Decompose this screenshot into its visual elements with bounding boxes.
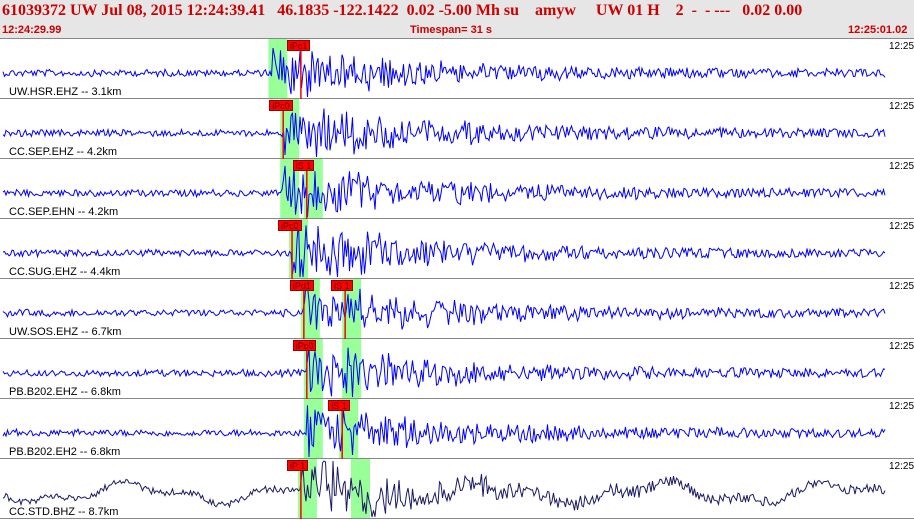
channel-label: CC.SUG.EHZ -- 4.4km xyxy=(9,266,121,278)
timespan: Timespan= 31 s xyxy=(410,24,493,36)
channel-label: CC.SEP.EHZ -- 4.2km xyxy=(9,146,117,158)
trace-time-label: 12:25 xyxy=(889,41,914,52)
waveform-trace[interactable] xyxy=(2,47,886,98)
waveform-trace[interactable] xyxy=(2,220,886,278)
waveform-canvas[interactable] xyxy=(0,39,914,520)
pick-marker[interactable]: iPc1 xyxy=(286,40,311,51)
channel-label: PB.B202.EHZ -- 6.8km xyxy=(9,386,121,398)
pick-marker[interactable]: iS 1 xyxy=(328,400,350,411)
trace-time-label: 12:25 xyxy=(889,281,914,292)
trace-time-label: 12:25 xyxy=(889,101,914,112)
waveform-panel[interactable]: iPc1 UW.HSR.EHZ -- 3.1km 12:25 iPc0 CC.SEP.E… xyxy=(0,39,914,520)
start-time: 12:24:29.99 xyxy=(2,24,62,36)
channel-label: CC.STD.BHZ -- 8.7km xyxy=(9,506,119,518)
waveform-trace[interactable] xyxy=(2,108,886,158)
trace-time-label: 12:25 xyxy=(889,161,914,172)
event-title: 61039372 UW Jul 08, 2015 12:24:39.41 46.… xyxy=(2,2,803,19)
waveform-trace[interactable] xyxy=(2,283,886,330)
trace-time-label: 12:25 xyxy=(889,341,914,352)
trace-time-label: 12:25 xyxy=(889,401,914,412)
pick-marker[interactable]: iPd1 xyxy=(289,280,314,291)
pick-marker[interactable]: iPc0 xyxy=(269,100,293,111)
channel-label: PB.B202.EH2 -- 6.8km xyxy=(9,446,121,458)
waveform-trace[interactable] xyxy=(2,347,886,398)
waveform-trace[interactable] xyxy=(2,165,886,218)
channel-label: UW.SOS.EHZ -- 6.7km xyxy=(9,326,122,338)
pick-marker[interactable]: iPc0 xyxy=(292,340,317,351)
end-time: 12:25:01.02 xyxy=(848,24,908,36)
trace-time-label: 12:25 xyxy=(889,221,914,232)
channel-label: UW.HSR.EHZ -- 3.1km xyxy=(9,86,122,98)
pick-marker[interactable]: iPc0 xyxy=(278,220,302,231)
waveform-trace[interactable] xyxy=(2,405,886,458)
pick-marker[interactable]: iS 1 xyxy=(331,280,353,291)
trace-time-label: 12:25 xyxy=(889,461,914,472)
channel-label: CC.SEP.EHN -- 4.2km xyxy=(9,206,119,218)
pick-marker[interactable]: iS 1 xyxy=(292,160,315,171)
event-header: 61039372 UW Jul 08, 2015 12:24:39.41 46.… xyxy=(0,0,914,39)
waveform-trace[interactable] xyxy=(2,460,886,518)
pick-marker[interactable]: iP 1 xyxy=(286,460,309,471)
